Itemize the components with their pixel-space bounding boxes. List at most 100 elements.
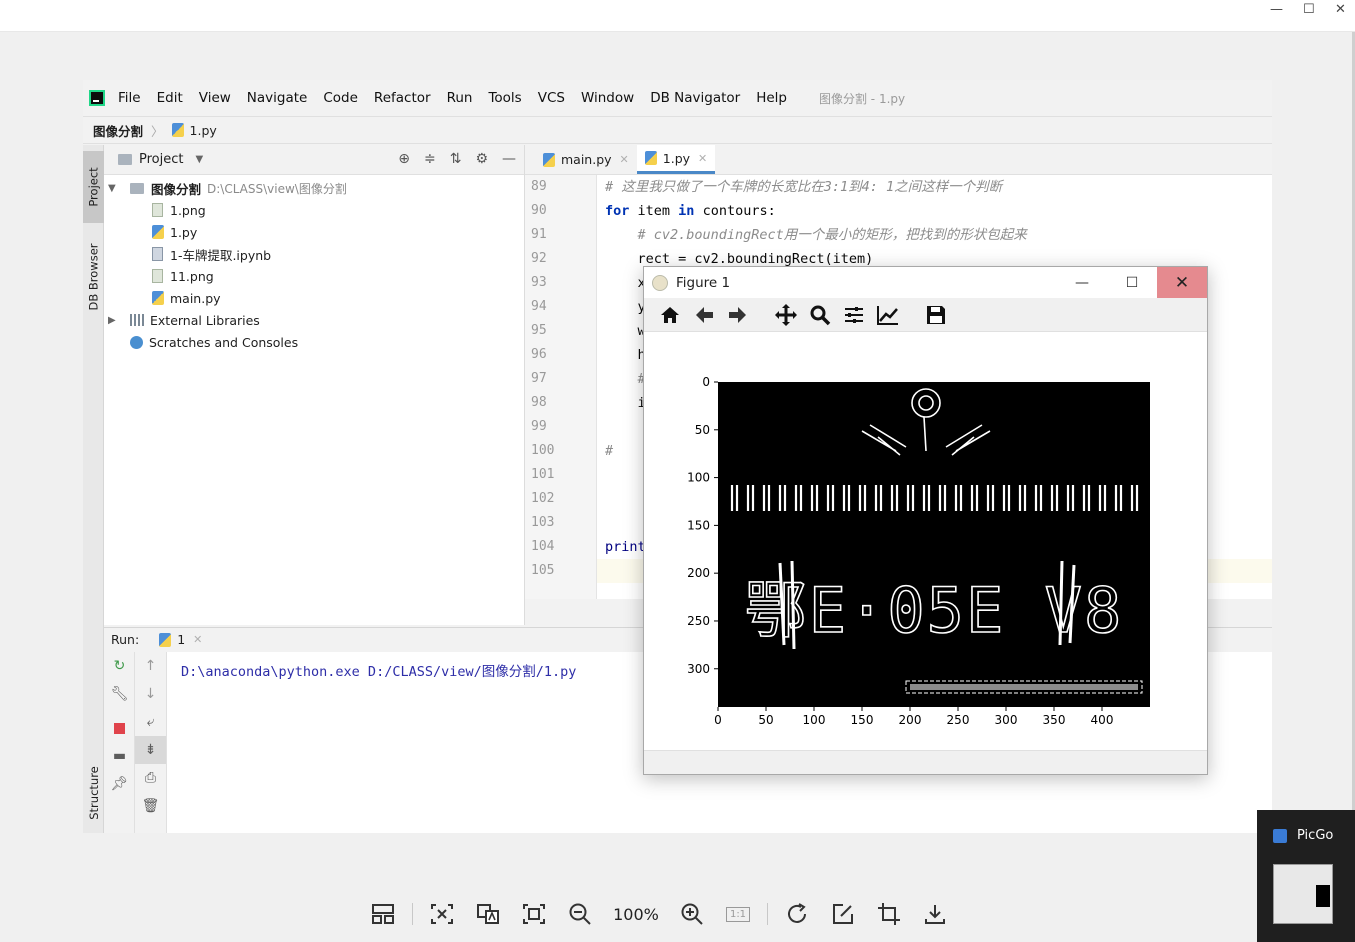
rerun-icon[interactable]: ↻: [104, 652, 135, 680]
close-tab-icon[interactable]: ✕: [620, 153, 629, 166]
breadcrumb-file[interactable]: 1.py: [190, 123, 217, 138]
tree-file-11-png[interactable]: 11.png: [104, 265, 524, 287]
line-number: 93: [531, 275, 547, 290]
menu-run[interactable]: Run: [447, 90, 473, 106]
trash-icon[interactable]: 🗑︎: [135, 792, 166, 820]
menu-vcs[interactable]: VCS: [538, 90, 565, 106]
picgo-notification[interactable]: PicGo: [1257, 810, 1355, 942]
figure-title-bar: Figure 1 — ☐ ✕: [644, 267, 1207, 298]
ocr-icon[interactable]: [419, 894, 465, 934]
file-label: 1.png: [170, 202, 206, 218]
chevron-right-icon[interactable]: ▶: [108, 315, 122, 326]
hide-icon[interactable]: —: [502, 151, 516, 167]
close-tab-icon[interactable]: ✕: [698, 152, 707, 165]
menu-navigate[interactable]: Navigate: [247, 90, 308, 106]
tree-file-1-py[interactable]: 1.py: [104, 221, 524, 243]
y-axis: 0 50 100 150 200 250 300: [687, 375, 718, 676]
image-file-icon: [152, 203, 163, 217]
tree-file-ipynb[interactable]: 1-车牌提取.ipynb: [104, 243, 524, 265]
wrench-icon[interactable]: 🔧︎: [104, 680, 135, 708]
menu-code[interactable]: Code: [323, 90, 358, 106]
forward-icon[interactable]: [724, 301, 752, 329]
pin-icon[interactable]: 📌︎: [104, 770, 135, 798]
x-tick-label: 0: [714, 713, 722, 727]
menu-refactor[interactable]: Refactor: [374, 90, 431, 106]
zoom-icon[interactable]: [806, 301, 834, 329]
menu-help[interactable]: Help: [756, 90, 787, 106]
pan-icon[interactable]: [772, 301, 800, 329]
code-line[interactable]: # 这里我只做了一个车牌的长宽比在3:1到4: 1之间这样一个判断: [597, 175, 1272, 199]
expand-all-icon[interactable]: ≑: [424, 151, 436, 167]
code-line[interactable]: # cv2.boundingRect用一个最小的矩形，把找到的形状包起来: [597, 223, 1272, 247]
save-icon[interactable]: [922, 301, 950, 329]
arrow-down-icon[interactable]: ↓: [135, 680, 166, 708]
chevron-down-icon[interactable]: ▼: [108, 183, 122, 194]
menu-view[interactable]: View: [199, 90, 231, 106]
minimize-icon[interactable]: —: [1270, 2, 1283, 17]
home-icon[interactable]: [656, 301, 684, 329]
collapse-all-icon[interactable]: ⇅: [450, 151, 462, 167]
download-icon[interactable]: [912, 894, 958, 934]
locate-icon[interactable]: ⊕: [398, 151, 410, 167]
line-number: 102: [531, 491, 555, 506]
gear-icon[interactable]: ⚙: [475, 151, 488, 167]
close-tab-icon[interactable]: ✕: [193, 633, 202, 646]
figure-title: Figure 1: [676, 274, 731, 291]
tab-structure[interactable]: Structure: [83, 755, 104, 831]
tab-1-py[interactable]: 1.py ✕: [636, 145, 716, 174]
y-tick-label: 0: [702, 375, 710, 389]
tree-external-libraries[interactable]: ▶ External Libraries: [104, 309, 524, 331]
stop-icon[interactable]: [104, 714, 135, 742]
figure-canvas[interactable]: 鄂E·05E V8 0 50 100 150 200 250 300 350 400 0 50 10…: [644, 333, 1207, 751]
zoom-out-icon[interactable]: [557, 894, 603, 934]
menu-tools[interactable]: Tools: [488, 90, 521, 106]
maximize-icon[interactable]: ☐: [1303, 2, 1315, 17]
project-panel-title[interactable]: Project: [139, 152, 183, 167]
tab-main-py[interactable]: main.py ✕: [535, 145, 637, 174]
layout-grid-icon[interactable]: [360, 894, 406, 934]
translate-icon[interactable]: [465, 894, 511, 934]
figure-window-controls: — ☐ ✕: [1057, 267, 1207, 298]
fit-screen-icon[interactable]: [511, 894, 557, 934]
zoom-in-icon[interactable]: [669, 894, 715, 934]
print-icon[interactable]: ⎙: [135, 764, 166, 792]
tab-project[interactable]: Project: [83, 151, 104, 223]
close-icon[interactable]: ✕: [1157, 267, 1207, 298]
scroll-to-end-icon[interactable]: ⇟: [135, 736, 166, 764]
code-line[interactable]: for item in contours:: [597, 199, 1272, 223]
x-tick-label: 250: [947, 713, 970, 727]
pycharm-logo-icon: [89, 90, 105, 106]
tree-root[interactable]: ▼ 图像分割 D:\CLASS\view\图像分割: [104, 177, 524, 199]
actual-size-button[interactable]: 1:1: [715, 894, 761, 934]
menu-file[interactable]: File: [118, 90, 141, 106]
tree-scratches[interactable]: Scratches and Consoles: [104, 331, 524, 353]
rotate-icon[interactable]: [774, 894, 820, 934]
layout-icon[interactable]: ▬: [104, 742, 135, 770]
run-tab[interactable]: 1 ✕: [159, 632, 202, 647]
menu-db-navigator[interactable]: DB Navigator: [650, 90, 740, 106]
x-tick-label: 150: [851, 713, 874, 727]
file-label: main.py: [170, 290, 221, 306]
edit-axes-icon[interactable]: [874, 301, 902, 329]
tree-file-main-py[interactable]: main.py: [104, 287, 524, 309]
subplots-icon[interactable]: [840, 301, 868, 329]
maximize-icon[interactable]: ☐: [1107, 267, 1157, 298]
edit-icon[interactable]: [820, 894, 866, 934]
chevron-down-icon[interactable]: ▼: [195, 154, 203, 165]
viewer-title-bar: — ☐ ✕: [0, 0, 1355, 32]
breadcrumb-project[interactable]: 图像分割: [93, 121, 143, 140]
plate-characters: 鄂E·05E V8: [745, 574, 1124, 647]
tab-db-browser[interactable]: DB Browser: [83, 231, 104, 323]
y-tick-label: 200: [687, 566, 710, 580]
menu-window[interactable]: Window: [581, 90, 634, 106]
crop-icon[interactable]: [866, 894, 912, 934]
tree-file-1-png[interactable]: 1.png: [104, 199, 524, 221]
back-icon[interactable]: [690, 301, 718, 329]
python-file-icon: [152, 291, 164, 305]
line-number: 89: [531, 179, 547, 194]
close-icon[interactable]: ✕: [1335, 2, 1346, 17]
menu-edit[interactable]: Edit: [157, 90, 183, 106]
minimize-icon[interactable]: —: [1057, 267, 1107, 298]
arrow-up-icon[interactable]: ↑: [135, 652, 166, 680]
soft-wrap-icon[interactable]: ⤶: [135, 708, 166, 736]
